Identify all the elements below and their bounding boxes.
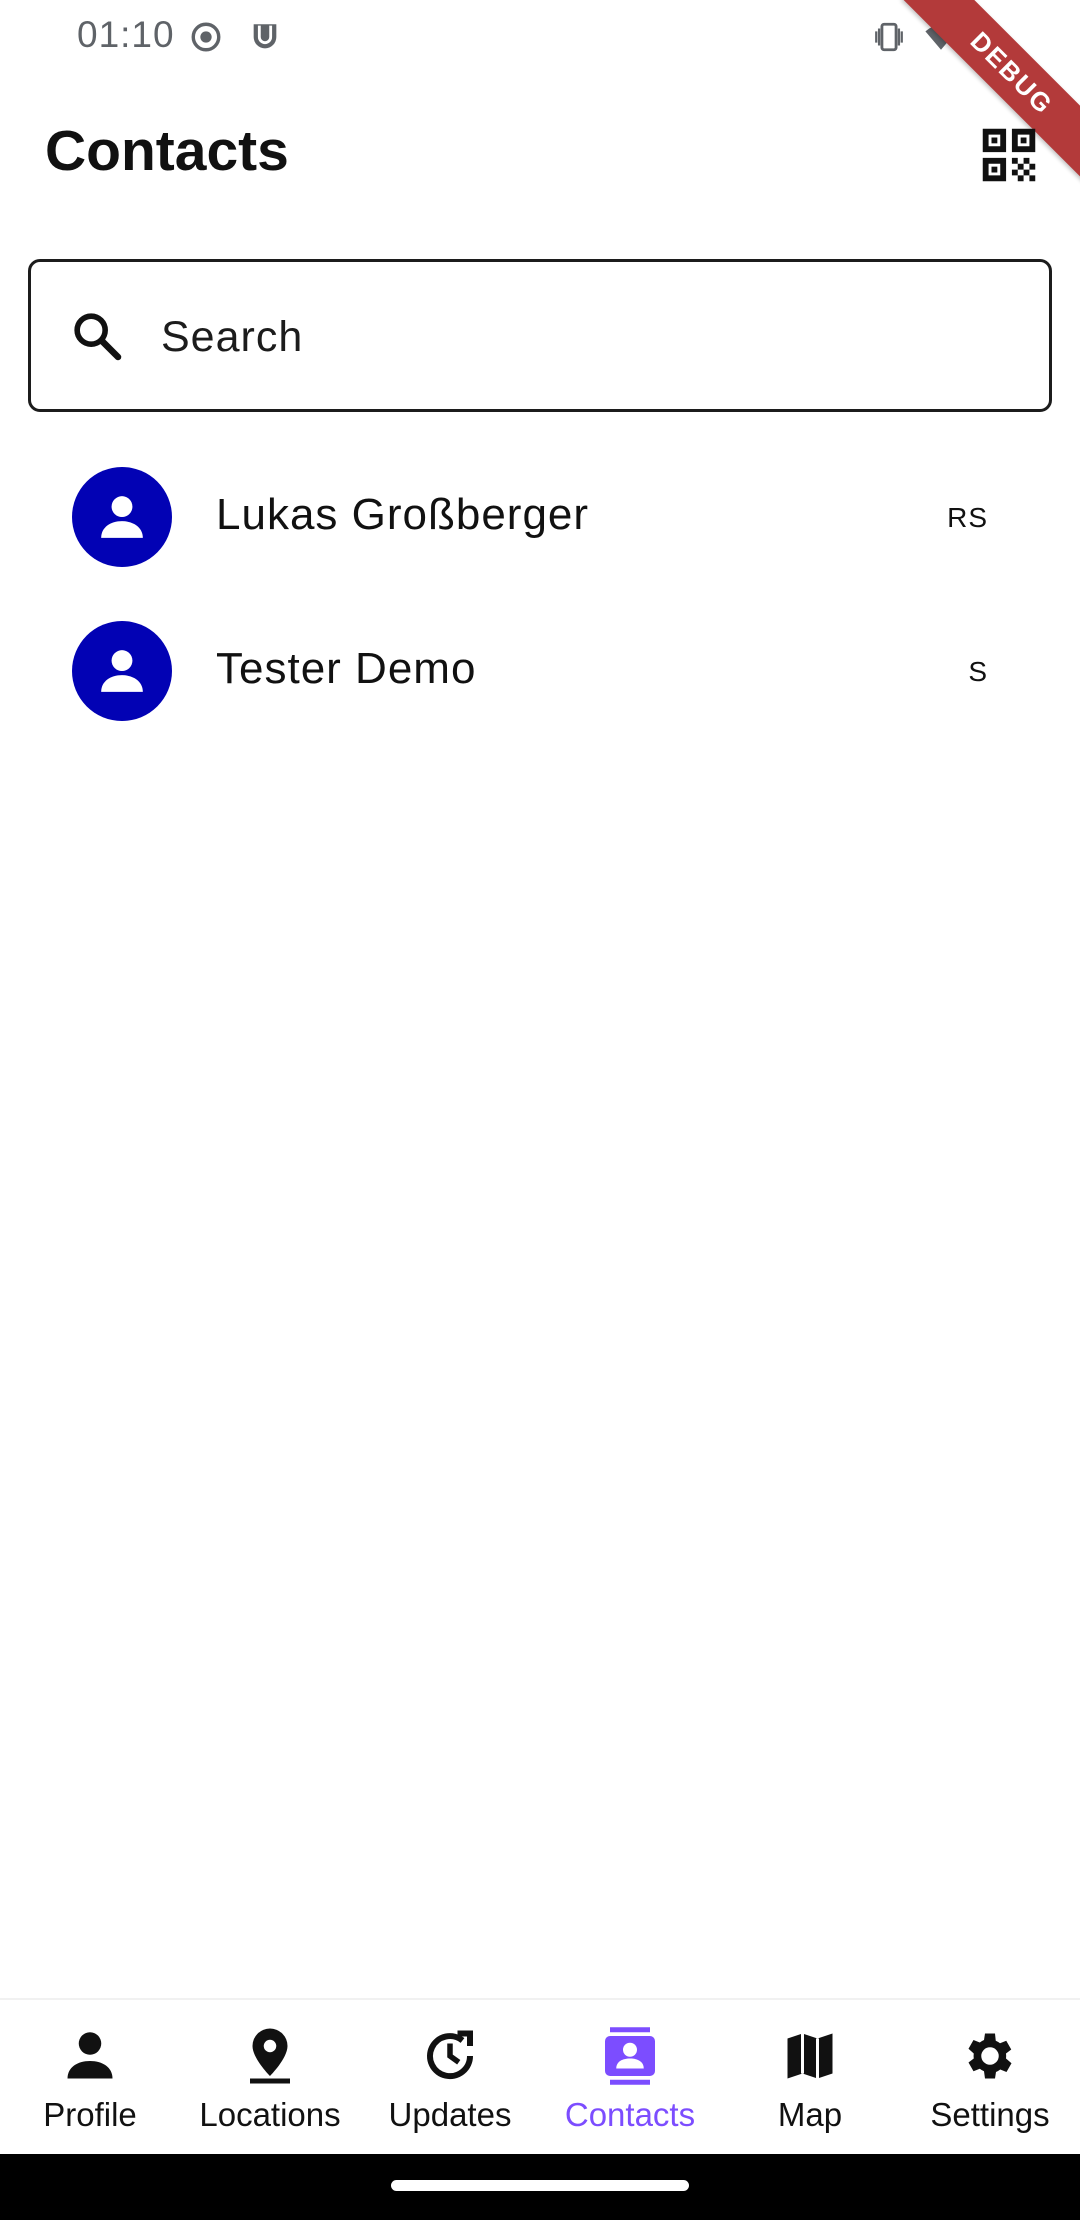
nav-item-contacts[interactable]: Contacts — [540, 2000, 720, 2156]
qr-code-icon — [982, 128, 1036, 182]
contact-name: Tester Demo — [216, 644, 477, 693]
nav-label: Locations — [199, 2096, 341, 2133]
home-gesture-handle[interactable] — [391, 2180, 689, 2191]
nav-item-map[interactable]: Map — [720, 2000, 900, 2156]
nav-item-settings[interactable]: Settings — [900, 2000, 1080, 2156]
record-icon — [191, 22, 221, 52]
bottom-navigation: Profile Locations Updates Contacts Map S… — [0, 1998, 1080, 2154]
contact-list: Lukas Großberger RS Tester Demo S — [0, 440, 1080, 748]
nav-item-updates[interactable]: Updates — [360, 2000, 540, 2156]
nav-label: Profile — [43, 2096, 137, 2133]
vibrate-icon — [875, 22, 903, 52]
page-title: Contacts — [45, 119, 289, 183]
map-icon — [787, 2033, 833, 2079]
avatar — [72, 621, 172, 721]
nav-label: Settings — [930, 2096, 1050, 2133]
avatar — [72, 467, 172, 567]
contact-row[interactable]: Tester Demo S — [0, 594, 1080, 748]
person-icon — [101, 496, 143, 538]
nav-item-locations[interactable]: Locations — [180, 2000, 360, 2156]
person-icon — [101, 650, 143, 692]
nav-label: Updates — [388, 2096, 512, 2133]
gear-icon — [968, 2033, 1012, 2079]
screen: 01:10 DEBUG Contacts Search Lukas Großbe… — [0, 0, 1080, 2220]
nav-label: Contacts — [564, 2096, 696, 2133]
person-icon — [67, 2032, 113, 2079]
update-clock-icon — [427, 2030, 474, 2080]
notification-app-icon — [253, 24, 277, 49]
nav-label: Map — [777, 2096, 843, 2133]
nav-item-profile[interactable]: Profile — [0, 2000, 180, 2156]
search-box[interactable] — [28, 259, 1052, 412]
app-bar: Contacts — [0, 100, 1080, 210]
contact-row[interactable]: Lukas Großberger RS — [0, 440, 1080, 594]
qr-code-button[interactable] — [974, 120, 1044, 190]
system-gesture-bar — [0, 2154, 1080, 2220]
status-time: 01:10 — [77, 14, 175, 55]
contact-name: Lukas Großberger — [216, 490, 590, 539]
contact-trailing-label: S — [968, 656, 988, 687]
location-pin-icon — [250, 2028, 290, 2084]
search-icon — [74, 313, 122, 361]
contacts-icon — [605, 2027, 655, 2085]
contact-trailing-label: RS — [947, 502, 988, 533]
search-input[interactable] — [161, 292, 1021, 382]
